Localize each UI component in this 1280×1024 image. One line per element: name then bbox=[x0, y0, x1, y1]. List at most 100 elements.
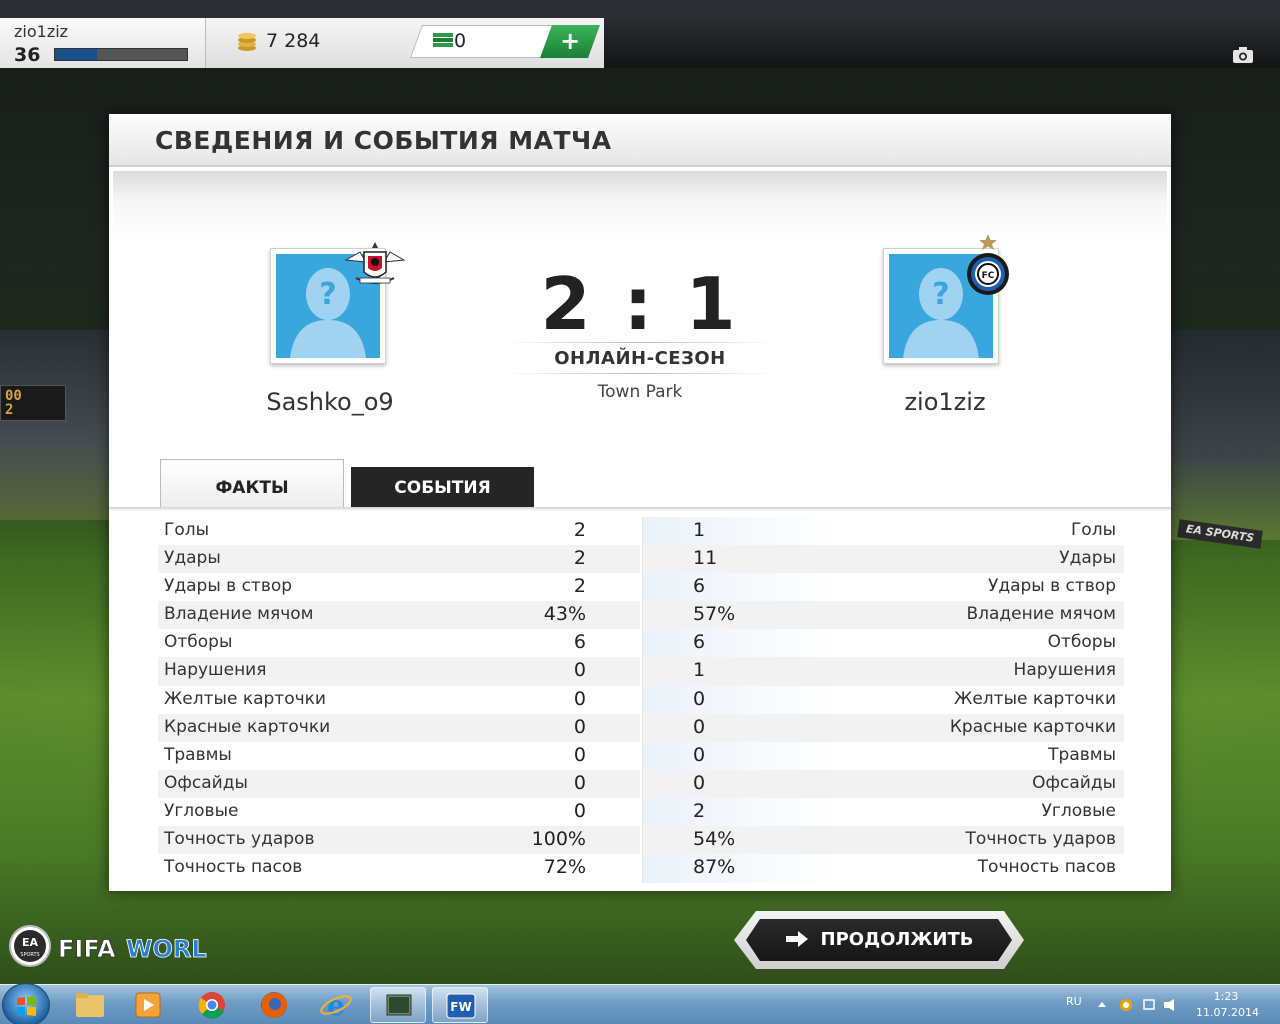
taskbar-chrome[interactable] bbox=[184, 987, 240, 1023]
stat-home-cell: Голы 2 bbox=[158, 517, 640, 545]
stat-home-cell: Точность пасов 72% bbox=[158, 854, 640, 882]
taskbar-fifa-world[interactable]: FW bbox=[432, 987, 488, 1023]
stat-value-away: 87% bbox=[693, 856, 736, 879]
player-info[interactable]: zio1ziz 36 bbox=[0, 18, 206, 68]
stat-value-home: 43% bbox=[543, 603, 586, 626]
stat-label-home: Голы bbox=[164, 520, 210, 540]
stat-label-home: Точность пасов bbox=[164, 857, 303, 878]
match-mode: ОНЛАЙН-СЕЗОН bbox=[554, 348, 726, 369]
stat-value-away: 2 bbox=[693, 799, 706, 822]
stat-value-home: 2 bbox=[573, 575, 586, 598]
stat-home-cell: Точность ударов 100% bbox=[158, 826, 640, 855]
stat-away-cell: 11 Удары bbox=[642, 545, 1124, 574]
clock-date[interactable]: 11.07.2014 bbox=[1196, 1006, 1259, 1019]
stat-away-cell: 1 Голы bbox=[642, 517, 1124, 546]
stadium-name: Town Park bbox=[597, 382, 683, 402]
stat-label-away: Точность пасов bbox=[977, 857, 1116, 878]
app-window-icon bbox=[386, 994, 412, 1016]
svg-text:SPORTS: SPORTS bbox=[20, 952, 39, 958]
stat-label-home: Отборы bbox=[164, 632, 233, 653]
stat-away-cell: 2 Угловые bbox=[642, 797, 1124, 827]
stat-home-cell: Желтые карточки 0 bbox=[158, 686, 640, 714]
windows-logo-icon bbox=[17, 996, 36, 1016]
stat-label-away: Нарушения bbox=[1013, 660, 1116, 681]
stat-label-away: Угловые bbox=[1041, 800, 1116, 821]
stat-home-cell: Красные карточки 0 bbox=[158, 713, 640, 742]
taskbar-media-player[interactable] bbox=[120, 987, 176, 1023]
divider bbox=[505, 342, 775, 343]
stat-row: Точность пасов 72% 87% Точность пасов bbox=[158, 854, 1124, 883]
coins-value: 7 284 bbox=[266, 30, 321, 52]
camera-icon[interactable] bbox=[1232, 46, 1254, 64]
taskbar-explorer[interactable] bbox=[62, 987, 118, 1023]
svg-text:EA: EA bbox=[22, 936, 39, 949]
taskbar-internet-explorer[interactable]: e bbox=[308, 987, 364, 1023]
language-indicator[interactable]: RU bbox=[1066, 995, 1082, 1008]
stat-value-home: 0 bbox=[573, 771, 586, 794]
stat-value-home: 0 bbox=[573, 799, 586, 822]
stat-row: Нарушения 0 1 Нарушения bbox=[158, 657, 1124, 686]
stat-label-home: Желтые карточки bbox=[164, 688, 326, 709]
stat-value-home: 2 bbox=[573, 519, 586, 541]
taskbar-firefox[interactable] bbox=[246, 987, 302, 1023]
stat-away-cell: 0 Красные карточки bbox=[642, 713, 1124, 742]
currency-box: 7 284 0 + bbox=[206, 18, 604, 68]
stat-row: Удары 2 11 Удары bbox=[158, 545, 1124, 574]
start-button[interactable] bbox=[2, 983, 50, 1024]
tab-facts[interactable]: ФАКТЫ bbox=[160, 459, 344, 507]
taskbar-app-window[interactable] bbox=[370, 987, 426, 1023]
svg-text:?: ? bbox=[319, 277, 336, 312]
stat-label-home: Красные карточки bbox=[164, 716, 331, 737]
stat-value-away: 11 bbox=[693, 547, 718, 570]
stat-label-away: Точность ударов bbox=[965, 829, 1116, 850]
stat-value-away: 0 bbox=[693, 771, 706, 794]
top-bar-right bbox=[604, 18, 1280, 68]
continue-label: ПРОДОЛЖИТЬ bbox=[820, 929, 974, 950]
stat-home-cell: Отборы 6 bbox=[158, 629, 640, 657]
stat-value-away: 6 bbox=[693, 631, 706, 654]
home-player-name: Sashko_o9 bbox=[266, 388, 394, 416]
match-score: 2 : 1 bbox=[540, 262, 740, 346]
stat-away-cell: 0 Офсайды bbox=[642, 769, 1124, 798]
stat-away-cell: 54% Точность ударов bbox=[642, 826, 1124, 855]
arrow-right-icon bbox=[785, 931, 808, 947]
stadium-stand-right bbox=[1170, 330, 1280, 540]
stat-label-home: Точность ударов bbox=[164, 829, 315, 850]
tab-underline bbox=[109, 507, 1171, 511]
stat-home-cell: Удары в створ 2 bbox=[158, 573, 640, 601]
svg-text:FC: FC bbox=[982, 271, 995, 281]
stat-value-home: 100% bbox=[531, 828, 586, 851]
stat-row: Владение мячом 43% 57% Владение мячом bbox=[158, 601, 1124, 630]
stat-label-away: Травмы bbox=[1048, 744, 1116, 765]
svg-text:WORLD: WORLD bbox=[126, 935, 208, 963]
stat-label-away: Офсайды bbox=[1032, 772, 1116, 793]
stat-value-away: 57% bbox=[693, 603, 736, 626]
stat-home-cell: Офсайды 0 bbox=[158, 769, 640, 798]
plus-icon: + bbox=[560, 27, 581, 55]
stat-home-cell: Травмы 0 bbox=[158, 742, 640, 770]
stat-label-away: Владение мячом bbox=[966, 604, 1116, 625]
stat-home-cell: Владение мячом 43% bbox=[158, 601, 640, 630]
folder-icon bbox=[76, 993, 104, 1017]
stat-value-away: 1 bbox=[693, 659, 706, 682]
clock-time[interactable]: 1:23 bbox=[1196, 990, 1256, 1003]
stat-value-home: 0 bbox=[573, 743, 586, 766]
stat-label-away: Желтые карточки bbox=[954, 688, 1116, 709]
stat-label-home: Нарушения bbox=[164, 660, 267, 681]
xp-progress-fill bbox=[55, 49, 98, 60]
stat-row: Офсайды 0 0 Офсайды bbox=[158, 769, 1124, 798]
stat-row: Травмы 0 0 Травмы bbox=[158, 741, 1124, 770]
stat-row: Голы 2 1 Голы bbox=[158, 517, 1124, 546]
stat-value-home: 2 bbox=[573, 547, 586, 570]
stat-label-away: Удары в створ bbox=[987, 576, 1116, 597]
stat-row: Удары в створ 2 6 Удары в створ bbox=[158, 573, 1124, 602]
stat-label-home: Офсайды bbox=[164, 772, 248, 793]
tab-events[interactable]: СОБЫТИЯ bbox=[351, 467, 534, 507]
system-tray-icons[interactable] bbox=[1094, 997, 1194, 1013]
stat-away-cell: 57% Владение мячом bbox=[642, 601, 1124, 630]
media-player-icon bbox=[135, 992, 161, 1018]
stat-home-cell: Нарушения 0 bbox=[158, 657, 640, 686]
continue-button[interactable]: ПРОДОЛЖИТЬ bbox=[746, 919, 1012, 961]
add-points-button[interactable]: + bbox=[539, 25, 601, 58]
stat-label-away: Удары bbox=[1059, 548, 1116, 569]
